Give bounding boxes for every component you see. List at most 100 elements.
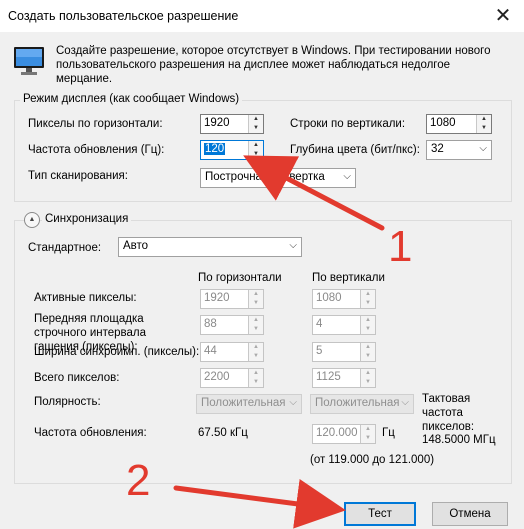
annotation-number-1: 1	[388, 222, 413, 271]
up-arrow-icon: ▲	[253, 291, 259, 297]
sync-width-v-spinner: 5 ▲ ▼	[312, 342, 376, 362]
polarity-v-value: Положительная	[315, 397, 400, 409]
refresh-value: 120	[204, 143, 226, 155]
front-porch-v-value: 4	[316, 318, 323, 330]
polarity-label: Полярность:	[34, 396, 101, 408]
down-arrow-icon: ▼	[365, 326, 371, 332]
refresh-range: (от 119.000 до 121.000)	[310, 454, 435, 466]
annotation-number-2: 2	[126, 456, 151, 505]
spinner-arrows: ▲ ▼	[360, 290, 375, 308]
sync-refresh-hz-spinner: 120.000 ▲ ▼	[312, 424, 376, 444]
down-arrow-icon[interactable]: ▼	[249, 150, 263, 159]
down-arrow-icon[interactable]: ▼	[477, 124, 491, 133]
spinner-arrows[interactable]: ▲ ▼	[248, 115, 263, 133]
hpixels-spinner[interactable]: 1920 ▲ ▼	[200, 114, 264, 134]
up-arrow-icon[interactable]: ▲	[249, 115, 263, 124]
up-arrow-icon[interactable]: ▲	[477, 115, 491, 124]
up-arrow-icon: ▲	[253, 370, 259, 376]
front-porch-v-spinner: 4 ▲ ▼	[312, 315, 376, 335]
scan-dropdown[interactable]: Построчная развертка ⌵	[200, 168, 356, 188]
up-arrow-icon: ▲	[365, 370, 371, 376]
up-arrow-icon: ▲	[253, 344, 259, 350]
spinner-arrows: ▲ ▼	[360, 343, 375, 361]
sync-refresh-label: Частота обновления:	[34, 427, 147, 439]
sync-width-h-spinner: 44 ▲ ▼	[200, 342, 264, 362]
standard-value: Авто	[123, 240, 149, 252]
test-button[interactable]: Тест	[344, 502, 416, 526]
standard-dropdown[interactable]: Авто ⌵	[118, 237, 302, 257]
standard-label: Стандартное:	[28, 242, 102, 254]
down-arrow-icon: ▼	[365, 300, 371, 306]
up-arrow-icon: ▲	[365, 317, 371, 323]
collapse-icon[interactable]: ▲	[24, 212, 40, 228]
down-arrow-icon: ▼	[365, 435, 371, 441]
front-porch-h-spinner: 88 ▲ ▼	[200, 315, 264, 335]
hpixels-label: Пикселы по горизонтали:	[28, 118, 163, 130]
scan-value: Построчная развертка	[205, 171, 325, 183]
window-title: Создать пользовательское разрешение	[8, 9, 239, 23]
spinner-arrows: ▲ ▼	[360, 369, 375, 387]
refresh-spinner[interactable]: 120 ▲ ▼	[200, 140, 264, 160]
cancel-button[interactable]: Отмена	[432, 502, 508, 526]
sync-refresh-hz-value: 120.000	[316, 427, 358, 439]
down-arrow-icon[interactable]: ▼	[249, 124, 263, 133]
vlines-spinner[interactable]: 1080 ▲ ▼	[426, 114, 492, 134]
spinner-arrows[interactable]: ▲ ▼	[476, 115, 491, 133]
chevron-down-icon: ⌵	[289, 397, 297, 408]
total-pixels-label: Всего пикселов:	[34, 372, 120, 384]
chevron-down-icon: ⌵	[401, 397, 409, 408]
polarity-v-dropdown: Положительная ⌵	[310, 394, 414, 414]
chevron-down-icon: ⌵	[289, 240, 297, 251]
vlines-label: Строки по вертикали:	[290, 118, 406, 130]
spinner-arrows[interactable]: ▲ ▼	[248, 141, 263, 159]
sync-width-h-value: 44	[204, 345, 217, 357]
total-h-value: 2200	[204, 371, 230, 383]
monitor-icon	[12, 46, 46, 76]
sync-title: Синхронизация	[42, 213, 132, 225]
display-mode-title: Режим дисплея (как сообщает Windows)	[20, 93, 243, 105]
total-h-spinner: 2200 ▲ ▼	[200, 368, 264, 388]
sync-refresh-khz: 67.50 кГц	[198, 427, 248, 439]
chevron-down-icon: ⌵	[343, 171, 351, 182]
down-arrow-icon: ▼	[253, 379, 259, 385]
active-v-value: 1080	[316, 292, 342, 304]
pixel-clock-value: 148.5000 МГц	[422, 434, 496, 446]
scan-label: Тип сканирования:	[28, 170, 128, 182]
total-v-spinner: 1125 ▲ ▼	[312, 368, 376, 388]
sync-width-label: Ширина синхроимп. (пикселы):	[34, 346, 200, 358]
refresh-label: Частота обновления (Гц):	[28, 144, 165, 156]
refresh-value-selected: 120	[204, 143, 226, 155]
up-arrow-icon: ▲	[365, 426, 371, 432]
spinner-arrows: ▲ ▼	[248, 290, 263, 308]
sync-refresh-hz-unit: Гц	[382, 427, 395, 439]
polarity-h-dropdown: Положительная ⌵	[196, 394, 302, 414]
depth-value: 32	[431, 143, 444, 155]
depth-label: Глубина цвета (бит/пкс):	[290, 144, 420, 156]
annotation-arrow-2	[173, 479, 346, 529]
active-h-value: 1920	[204, 292, 230, 304]
close-icon[interactable]: ✕	[488, 3, 518, 29]
hpixels-value: 1920	[204, 117, 230, 129]
down-arrow-icon: ▼	[253, 300, 259, 306]
up-arrow-icon: ▲	[365, 291, 371, 297]
spinner-arrows: ▲ ▼	[248, 369, 263, 387]
sync-width-v-value: 5	[316, 345, 323, 357]
down-arrow-icon: ▼	[253, 353, 259, 359]
down-arrow-icon: ▼	[365, 379, 371, 385]
info-text: Создайте разрешение, которое отсутствует…	[56, 45, 491, 85]
col-vertical: По вертикали	[312, 272, 385, 284]
down-arrow-icon: ▼	[365, 353, 371, 359]
polarity-h-value: Положительная	[201, 397, 286, 409]
col-horizontal: По горизонтали	[198, 272, 282, 284]
active-v-spinner: 1080 ▲ ▼	[312, 289, 376, 309]
spinner-arrows: ▲ ▼	[360, 425, 375, 443]
vlines-value: 1080	[430, 117, 456, 129]
up-arrow-icon: ▲	[253, 317, 259, 323]
depth-dropdown[interactable]: 32 ⌵	[426, 140, 492, 160]
active-pixels-label: Активные пикселы:	[34, 292, 137, 304]
up-arrow-icon[interactable]: ▲	[249, 141, 263, 150]
spinner-arrows: ▲ ▼	[248, 316, 263, 334]
down-arrow-icon: ▼	[253, 326, 259, 332]
spinner-arrows: ▲ ▼	[248, 343, 263, 361]
total-v-value: 1125	[316, 371, 341, 383]
